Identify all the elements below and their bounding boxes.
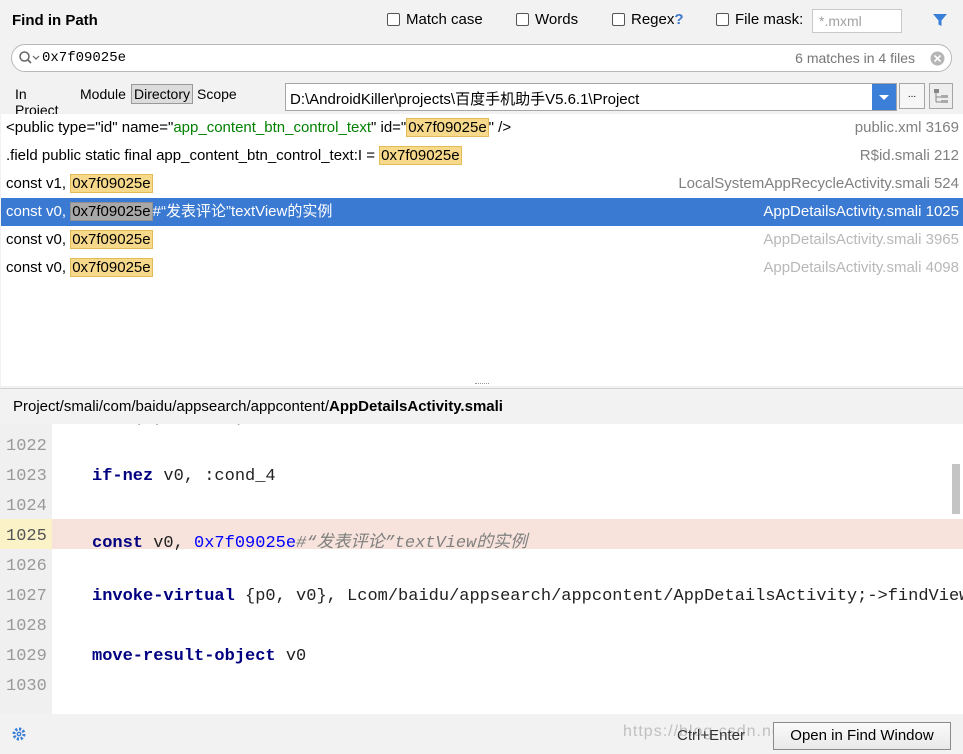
search-input[interactable]: 0x7f09025e 6 matches in 4 files xyxy=(11,44,952,72)
partial-code-line: · · ( ) · · · ) xyxy=(92,424,245,427)
result-file: AppDetailsActivity.smali 1025 xyxy=(763,203,959,220)
result-file: LocalSystemAppRecycleActivity.smali 524 xyxy=(678,175,959,192)
result-file: AppDetailsActivity.smali 3965 xyxy=(763,231,959,248)
file-mask-option[interactable]: File mask: xyxy=(716,11,803,28)
match-count: 6 matches in 4 files xyxy=(795,50,915,66)
result-file: AppDetailsActivity.smali 4098 xyxy=(763,259,959,276)
code-line: move-result-object v0 xyxy=(92,647,307,666)
vertical-scrollbar[interactable] xyxy=(952,464,960,514)
regex-checkbox[interactable] xyxy=(612,13,625,26)
result-text: const v0, 0x7f09025e xyxy=(6,258,153,277)
match-case-checkbox[interactable] xyxy=(387,13,400,26)
result-text: <public type="id" name="app_content_btn_… xyxy=(6,118,512,137)
line-number: 1024 xyxy=(6,497,47,516)
code-preview[interactable]: · · ( ) · · · ) 1022 1023 1024 1025 1026… xyxy=(0,424,963,714)
directory-combobox[interactable]: D:\AndroidKiller\projects\百度手机助手V5.6.1\P… xyxy=(285,83,897,111)
tab-module[interactable]: Module xyxy=(78,84,128,104)
line-number: 1029 xyxy=(6,647,47,666)
code-line: invoke-virtual {p0, v0}, Lcom/baidu/apps… xyxy=(92,587,963,606)
line-number: 1028 xyxy=(6,617,47,636)
match-highlight: 0x7f09025e xyxy=(70,258,153,277)
result-row[interactable]: const v0, 0x7f09025e AppDetailsActivity.… xyxy=(1,226,963,254)
result-row[interactable]: .field public static final app_content_b… xyxy=(1,142,963,170)
match-highlight: 0x7f09025e xyxy=(379,146,462,165)
line-number: 1027 xyxy=(6,587,47,606)
clear-icon[interactable] xyxy=(930,51,945,70)
file-mask-input[interactable]: *.mxml xyxy=(812,9,902,33)
line-number: 1030 xyxy=(6,677,47,696)
match-highlight: 0x7f09025e xyxy=(406,118,489,137)
dropdown-button[interactable] xyxy=(872,84,896,110)
words-option[interactable]: Words xyxy=(516,11,578,28)
match-highlight: 0x7f09025e xyxy=(70,230,153,249)
result-text: const v0, 0x7f09025e #“发表评论”textView的实例 xyxy=(6,202,333,221)
directory-path: D:\AndroidKiller\projects\百度手机助手V5.6.1\P… xyxy=(290,91,640,108)
result-row[interactable]: const v1, 0x7f09025e LocalSystemAppRecyc… xyxy=(1,170,963,198)
words-checkbox[interactable] xyxy=(516,13,529,26)
result-file: public.xml 3169 xyxy=(854,119,959,136)
result-text: .field public static final app_content_b… xyxy=(6,146,462,165)
preview-path-bar: Project/smali/com/baidu/appsearch/appcon… xyxy=(0,388,963,425)
regex-option[interactable]: Regex? xyxy=(612,11,684,28)
splitter-handle[interactable] xyxy=(475,383,489,386)
tree-icon xyxy=(934,89,948,103)
code-line-current: const v0, 0x7f09025e#“发表评论”textView的实例 xyxy=(92,534,528,553)
browse-button[interactable]: ... xyxy=(899,83,925,109)
header-bar: Find in Path Match case Words Regex? Fil… xyxy=(0,0,963,42)
chevron-down-icon xyxy=(879,95,889,100)
result-row-selected[interactable]: const v0, 0x7f09025e #“发表评论”textView的实例 A… xyxy=(1,198,963,226)
result-row[interactable]: const v0, 0x7f09025e AppDetailsActivity.… xyxy=(1,254,963,282)
match-case-label: Match case xyxy=(406,11,483,28)
open-in-find-window-button[interactable]: Open in Find Window xyxy=(773,722,951,750)
line-number: 1023 xyxy=(6,467,47,486)
bottom-bar: https://blog.csdn.net/ Ctrl+Enter Open i… xyxy=(0,714,963,754)
tab-directory[interactable]: Directory xyxy=(131,84,194,104)
search-query: 0x7f09025e xyxy=(42,50,127,66)
line-number: 1022 xyxy=(6,437,47,456)
results-list: <public type="id" name="app_content_btn_… xyxy=(1,114,963,386)
code-line: if-nez v0, :cond_4 xyxy=(92,467,276,486)
file-mask-checkbox[interactable] xyxy=(716,13,729,26)
words-label: Words xyxy=(535,11,579,28)
match-case-option[interactable]: Match case xyxy=(387,11,483,28)
match-highlight: 0x7f09025e xyxy=(70,202,153,221)
result-text: const v1, 0x7f09025e xyxy=(6,174,153,193)
filter-icon[interactable] xyxy=(932,12,948,32)
file-mask-label: File mask: xyxy=(735,11,804,28)
result-text: const v0, 0x7f09025e xyxy=(6,230,153,249)
regex-label: Regex xyxy=(631,11,675,28)
match-highlight: 0x7f09025e xyxy=(70,174,153,193)
line-number: 1025 xyxy=(6,527,47,546)
line-number: 1026 xyxy=(6,557,47,576)
result-file: R$id.smali 212 xyxy=(859,147,959,164)
recursive-toggle-button[interactable] xyxy=(929,83,953,109)
shortcut-hint: Ctrl+Enter xyxy=(677,727,745,744)
dialog-title: Find in Path xyxy=(12,12,98,29)
result-row[interactable]: <public type="id" name="app_content_btn_… xyxy=(1,114,963,142)
file-path: Project/smali/com/baidu/appsearch/appcon… xyxy=(13,398,503,415)
search-icon[interactable] xyxy=(18,50,40,70)
gear-icon[interactable] xyxy=(11,726,27,746)
tab-scope[interactable]: Scope xyxy=(195,84,239,104)
regex-help-link[interactable]: ? xyxy=(674,11,683,28)
